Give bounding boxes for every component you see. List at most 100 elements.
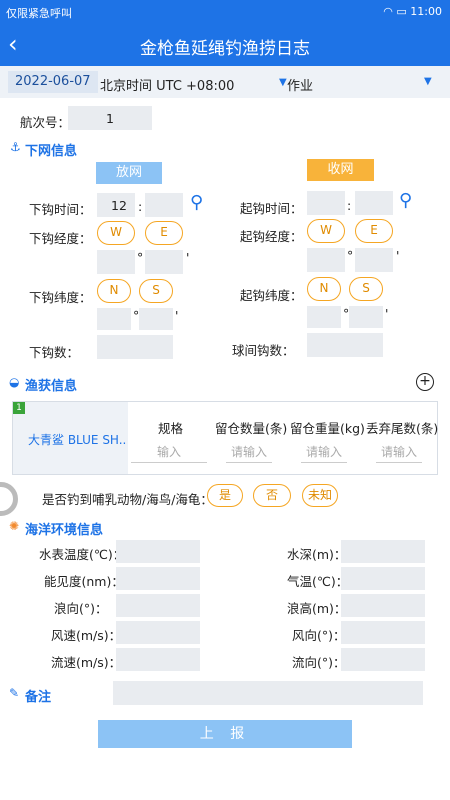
lift-location-pin-icon[interactable]: ⚲ — [399, 190, 412, 211]
hook-count-label: 下钩数： — [29, 345, 80, 360]
lift-lon-min-field[interactable] — [355, 248, 393, 272]
lift-lon-label: 起钩经度： — [240, 229, 303, 244]
catch-header-retained-weight: 留仓重量(kg) — [290, 421, 365, 436]
hook-lon-deg-symbol: ° — [137, 250, 144, 265]
hook-lon-e-button[interactable]: E — [145, 221, 183, 245]
lift-lat-label: 起钩纬度： — [240, 288, 303, 303]
lift-lat-s-button[interactable]: S — [349, 277, 383, 301]
catch-retained-weight-input[interactable]: 请输入 — [301, 443, 347, 463]
mode-chevron-down-icon[interactable]: ▼ — [424, 76, 432, 87]
lift-time-label: 起钩时间： — [240, 201, 303, 216]
env-water-temp-label: 水表温度(℃)： — [39, 547, 126, 562]
env-wind-speed-label: 风速(m/s)： — [51, 628, 122, 643]
env-current-speed-label: 流速(m/s)： — [51, 655, 122, 670]
set-net-button[interactable]: 放网 — [96, 162, 162, 184]
env-air-temp-field[interactable] — [341, 567, 425, 590]
env-water-temp-field[interactable] — [116, 540, 200, 563]
hook-lat-min-field[interactable] — [139, 308, 173, 330]
haul-net-button[interactable]: 收网 — [307, 159, 374, 181]
lift-lon-e-button[interactable]: E — [355, 219, 393, 243]
env-section-title: 海洋环境信息 — [25, 523, 104, 538]
lift-lat-min-symbol: ' — [385, 306, 389, 321]
fish-icon: ◒ — [9, 375, 20, 389]
hook-time-colon: : — [138, 199, 143, 214]
voyage-label: 航次号： — [20, 115, 71, 130]
submit-button[interactable]: 上 报 — [98, 720, 352, 748]
hook-lon-deg-field[interactable] — [97, 250, 135, 274]
env-wind-dir-field[interactable] — [341, 621, 425, 644]
floating-assist-button[interactable] — [0, 482, 18, 516]
hook-time-hour: 12 — [111, 198, 127, 213]
catch-species-name: 大青鲨 BLUE SH.. — [28, 433, 127, 447]
env-depth-field[interactable] — [341, 540, 425, 563]
env-current-dir-field[interactable] — [341, 648, 425, 671]
env-visibility-field[interactable] — [116, 567, 200, 590]
add-catch-icon[interactable]: + — [416, 373, 434, 391]
lift-lon-w-button[interactable]: W — [307, 219, 345, 243]
lift-lon-deg-field[interactable] — [307, 248, 345, 272]
title-bar: ‹ 金枪鱼延绳钓渔捞日志 — [0, 24, 450, 66]
hook-lat-deg-field[interactable] — [97, 308, 131, 330]
anchor-icon: ⚓ — [10, 140, 21, 154]
remark-field[interactable] — [113, 681, 423, 705]
lift-lat-min-field[interactable] — [349, 306, 383, 328]
lift-lon-min-symbol: ' — [396, 248, 400, 263]
status-bar: 仅限紧急呼叫 ◠ ▭ 11:00 — [0, 0, 450, 24]
battery-icon: ▭ — [396, 5, 407, 18]
mode-dropdown-arrow-icon[interactable]: ▼ — [279, 77, 287, 88]
catch-header-spec: 规格 — [158, 421, 184, 436]
env-wind-speed-field[interactable] — [116, 621, 200, 644]
status-left-text: 仅限紧急呼叫 — [6, 7, 72, 20]
page-title: 金枪鱼延绳钓渔捞日志 — [140, 39, 310, 59]
bycatch-unknown-button[interactable]: 未知 — [302, 484, 338, 507]
hook-lat-n-button[interactable]: N — [97, 279, 131, 303]
lift-lat-deg-field[interactable] — [307, 306, 341, 328]
env-current-dir-label: 流向(°)： — [292, 655, 346, 670]
timezone-label: 北京时间 UTC +08:00 — [100, 79, 235, 94]
hook-lon-label: 下钩经度： — [29, 231, 92, 246]
status-right: ◠ ▭ 11:00 — [383, 5, 442, 18]
env-wave-height-field[interactable] — [341, 594, 425, 617]
catch-spec-input[interactable]: 输入 — [131, 443, 207, 463]
setting-section-title: 下网信息 — [25, 144, 78, 159]
bycatch-question: 是否钓到哺乳动物/海鸟/海龟： — [42, 492, 213, 507]
hook-lon-min-field[interactable] — [145, 250, 183, 274]
catch-header-discarded-count: 丢弃尾数(条) — [366, 421, 439, 436]
lift-lon-deg-symbol: ° — [347, 248, 354, 263]
catch-discarded-count-input[interactable]: 请输入 — [376, 443, 422, 463]
env-depth-label: 水深(m)： — [287, 547, 347, 562]
hook-lat-label: 下钩纬度： — [29, 290, 92, 305]
hook-lon-w-button[interactable]: W — [97, 221, 135, 245]
voyage-value: 1 — [106, 111, 114, 126]
mode-select[interactable]: 作业 — [287, 75, 313, 94]
hooks-between-floats-label: 球间钩数： — [232, 343, 295, 358]
hook-time-label: 下钩时间： — [29, 202, 92, 217]
hooks-between-floats-field[interactable] — [307, 333, 383, 357]
date-picker[interactable]: 2022-06-07 — [8, 71, 98, 93]
lift-time-minute-field[interactable] — [355, 191, 393, 215]
bycatch-yes-button[interactable]: 是 — [207, 484, 243, 507]
catch-retained-count-input[interactable]: 请输入 — [226, 443, 272, 463]
env-current-speed-field[interactable] — [116, 648, 200, 671]
lift-time-hour-field[interactable] — [307, 191, 345, 215]
hook-time-minute-field[interactable] — [145, 193, 183, 217]
env-wave-dir-field[interactable] — [116, 594, 200, 617]
env-air-temp-label: 气温(℃)： — [287, 574, 349, 589]
hook-lon-min-symbol: ' — [186, 250, 190, 265]
ocean-icon: ✺ — [9, 519, 20, 533]
lift-lat-n-button[interactable]: N — [307, 277, 341, 301]
hook-time-hour-field[interactable]: 12 — [97, 193, 135, 217]
remark-section-title: 备注 — [25, 690, 52, 705]
pencil-icon: ✎ — [9, 686, 20, 700]
hook-count-field[interactable] — [97, 335, 173, 359]
catch-species-cell[interactable]: 大青鲨 BLUE SH.. — [13, 402, 128, 474]
voyage-field[interactable]: 1 — [68, 106, 152, 130]
catch-header-retained-count: 留仓数量(条) — [215, 421, 288, 436]
catch-row-index-badge: 1 — [13, 402, 25, 414]
lift-time-colon: : — [347, 198, 352, 213]
status-time: 11:00 — [410, 5, 442, 18]
location-pin-icon[interactable]: ⚲ — [190, 192, 203, 213]
bycatch-no-button[interactable]: 否 — [253, 484, 291, 507]
env-wave-dir-label: 浪向(°)： — [54, 601, 108, 616]
hook-lat-s-button[interactable]: S — [139, 279, 173, 303]
